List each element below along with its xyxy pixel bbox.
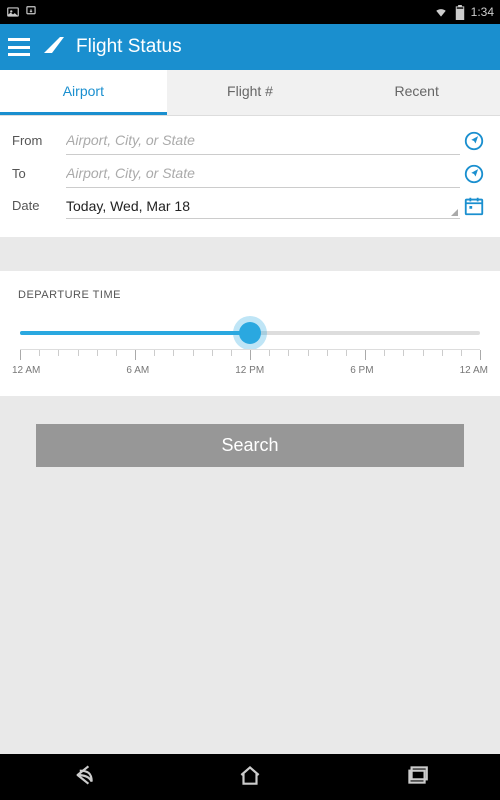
- tab-bar: Airport Flight # Recent: [0, 70, 500, 116]
- axis-label-12am-1: 12 AM: [12, 365, 40, 376]
- date-value: Today, Wed, Mar 18: [66, 198, 446, 214]
- page-title: Flight Status: [76, 36, 182, 58]
- slider-axis-labels: 12 AM 6 AM 12 PM 6 PM 12 AM: [12, 365, 488, 376]
- axis-label-6am: 6 AM: [126, 365, 149, 376]
- from-label: From: [12, 133, 66, 148]
- recents-icon[interactable]: [404, 762, 430, 793]
- airline-logo-icon: [42, 33, 66, 62]
- locate-from-icon[interactable]: [460, 130, 488, 152]
- locate-to-icon[interactable]: [460, 163, 488, 185]
- menu-icon[interactable]: [8, 38, 30, 56]
- tab-airport[interactable]: Airport: [0, 70, 167, 115]
- back-icon[interactable]: [70, 762, 96, 793]
- android-nav-bar: [0, 754, 500, 800]
- tab-flight-number[interactable]: Flight #: [167, 70, 334, 115]
- battery-icon: [455, 5, 465, 20]
- departure-slider[interactable]: [20, 331, 480, 335]
- search-form: From To Date Today, Wed, Mar 18: [0, 116, 500, 237]
- home-icon[interactable]: [237, 762, 263, 793]
- axis-label-6pm: 6 PM: [350, 365, 373, 376]
- date-field[interactable]: Today, Wed, Mar 18: [66, 192, 460, 219]
- departure-title: DEPARTURE TIME: [18, 289, 482, 301]
- calendar-icon[interactable]: [460, 195, 488, 217]
- app-header: Flight Status: [0, 24, 500, 70]
- divider: [0, 237, 500, 271]
- photo-notif-icon: [6, 5, 20, 19]
- to-label: To: [12, 166, 66, 181]
- wifi-icon: [433, 5, 449, 19]
- clock-text: 1:34: [471, 5, 494, 19]
- android-status-bar: 1:34: [0, 0, 500, 24]
- axis-label-12am-2: 12 AM: [460, 365, 488, 376]
- search-button[interactable]: Search: [36, 424, 464, 467]
- to-input[interactable]: [66, 165, 460, 181]
- from-input[interactable]: [66, 132, 460, 148]
- departure-section: DEPARTURE TIME 12 AM 6 AM 12 PM 6 PM 12 …: [0, 271, 500, 396]
- download-notif-icon: [24, 5, 38, 19]
- slider-thumb[interactable]: [239, 322, 261, 344]
- axis-label-12pm: 12 PM: [235, 365, 264, 376]
- slider-ticks: [20, 349, 480, 361]
- tab-recent[interactable]: Recent: [333, 70, 500, 115]
- date-label: Date: [12, 198, 66, 213]
